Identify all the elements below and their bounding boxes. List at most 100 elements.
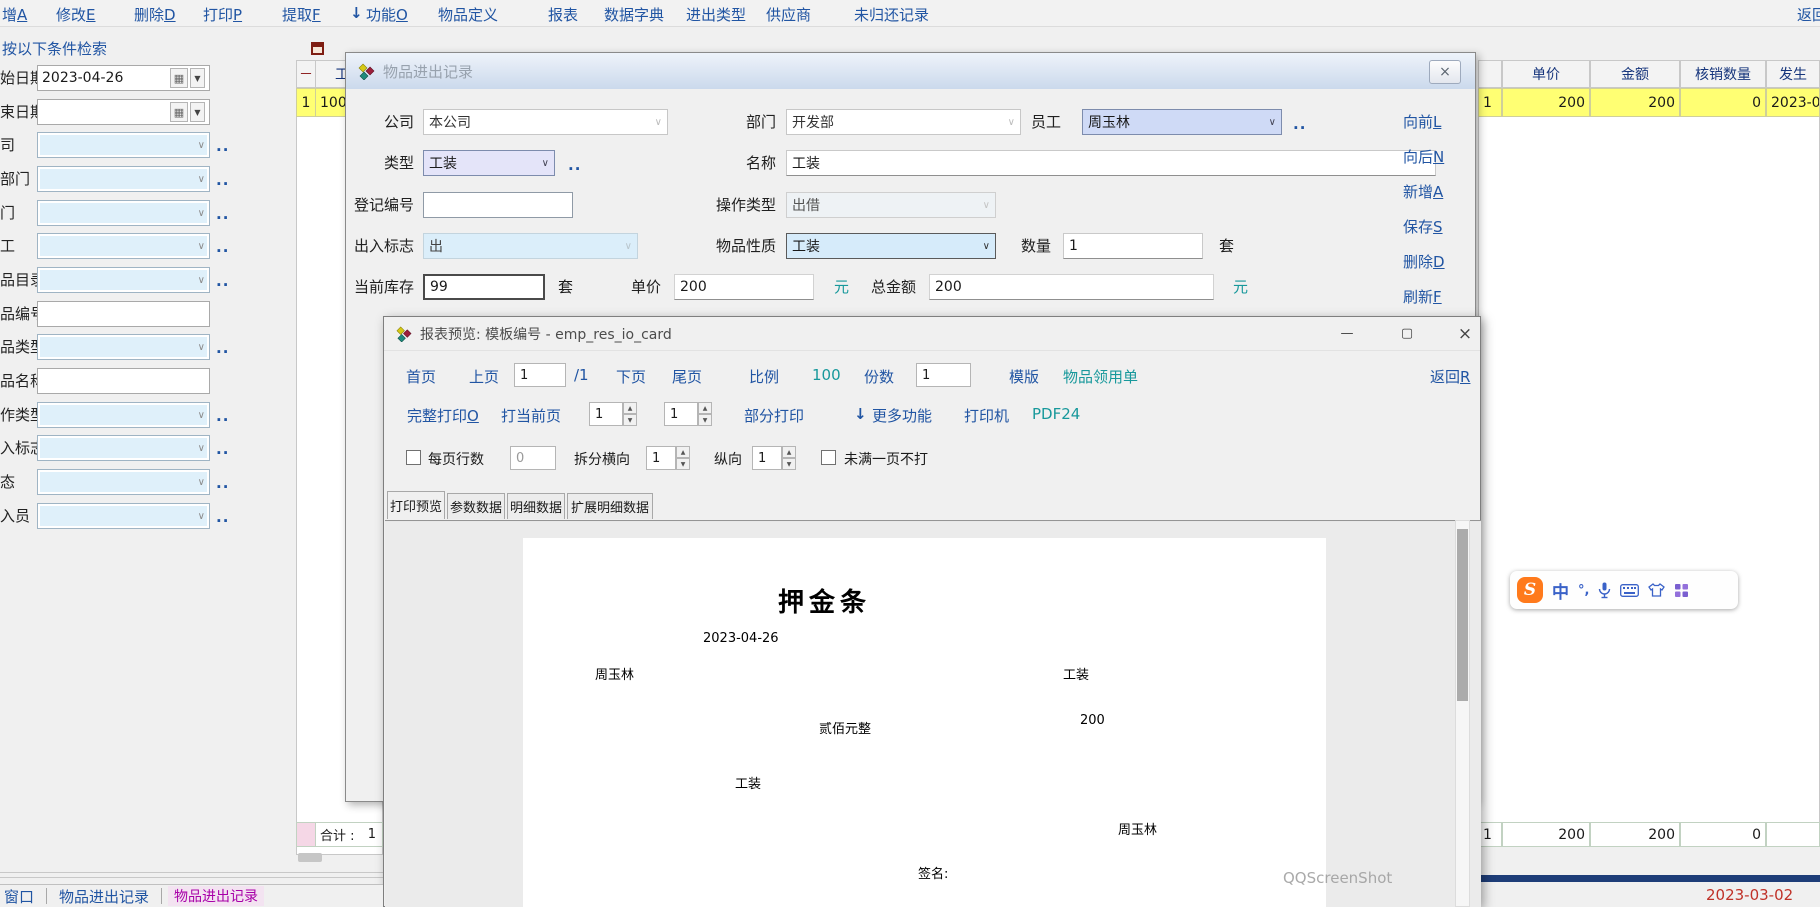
no-partial-page-checkbox[interactable] xyxy=(821,450,836,465)
toolbox-grid-icon[interactable] xyxy=(1674,583,1689,598)
entry-user-more-button[interactable]: .. xyxy=(216,508,229,526)
emp-field[interactable]: 周玉林∨ xyxy=(1082,109,1282,135)
menu-item-add[interactable]: 增A xyxy=(2,4,27,25)
last-page-button[interactable]: 尾页 xyxy=(672,366,702,387)
split-horizontal-input[interactable]: 1 xyxy=(646,446,676,470)
right-grid-cell-price[interactable]: 200 xyxy=(1502,88,1590,117)
regno-field[interactable] xyxy=(423,192,573,218)
item-name-input[interactable] xyxy=(37,368,210,394)
name-field[interactable]: 工装 xyxy=(786,150,1436,176)
calendar-icon[interactable]: ▦ xyxy=(170,68,188,88)
scrollbar-thumb[interactable] xyxy=(1457,529,1468,701)
copies-input[interactable]: 1 xyxy=(916,363,971,387)
preview-vscrollbar[interactable] xyxy=(1455,520,1470,907)
right-grid-header-amount[interactable]: 金额 xyxy=(1590,60,1680,88)
io-flag-select[interactable]: ∨ xyxy=(37,435,210,461)
right-grid-header-date[interactable]: 发生 xyxy=(1766,60,1820,88)
type-more-button[interactable]: .. xyxy=(568,156,581,174)
emp-more-button[interactable]: .. xyxy=(1293,115,1306,133)
entry-user-select[interactable]: ∨ xyxy=(37,503,210,529)
right-grid-cell-amount[interactable]: 200 xyxy=(1590,88,1680,117)
next-record-button[interactable]: 向后N xyxy=(1403,146,1444,167)
print-current-page-button[interactable]: 打当前页 xyxy=(501,405,561,426)
end-date-input[interactable]: ▦ ▼ xyxy=(37,99,210,125)
prev-record-button[interactable]: 向前L xyxy=(1403,111,1441,132)
left-grid-hscrollbar[interactable] xyxy=(298,853,322,862)
menu-item-print[interactable]: 打印P xyxy=(203,4,242,25)
preview-titlebar[interactable]: 报表预览: 模板编号 - emp_res_io_card xyxy=(384,317,1480,351)
company-more-button[interactable]: .. xyxy=(216,137,229,155)
sogou-logo-icon[interactable]: S xyxy=(1517,577,1543,603)
dept2-more-button[interactable]: .. xyxy=(216,205,229,223)
prev-page-button[interactable]: 上页 xyxy=(469,366,499,387)
menu-item-delete[interactable]: 删除D xyxy=(134,4,176,25)
employee-select[interactable]: ∨ xyxy=(37,233,210,259)
op-type-select[interactable]: ∨ xyxy=(37,402,210,428)
menu-item-io-types[interactable]: 进出类型 xyxy=(686,4,746,25)
optype-field[interactable]: 出借∨ xyxy=(786,192,996,218)
left-grid-selector-header[interactable]: － xyxy=(296,60,316,88)
ime-punctuation-toggle[interactable]: °, xyxy=(1578,583,1589,598)
bottom-tab-window[interactable]: 窗口 xyxy=(0,886,40,907)
print-from-spinner[interactable]: ▲▼ xyxy=(623,402,637,426)
dept-field[interactable]: 开发部∨ xyxy=(786,109,1021,135)
refresh-record-button[interactable]: 刷新F xyxy=(1403,286,1442,307)
date-dropdown-icon[interactable]: ▼ xyxy=(190,102,205,122)
employee-more-button[interactable]: .. xyxy=(216,238,229,256)
skin-shirt-icon[interactable] xyxy=(1648,583,1665,597)
dialog-titlebar[interactable]: 物品进出记录 xyxy=(346,53,1475,89)
menu-item-item-definition[interactable]: 物品定义 xyxy=(438,4,498,25)
op-type-more-button[interactable]: .. xyxy=(216,407,229,425)
full-print-button[interactable]: 完整打印O xyxy=(407,405,479,426)
minimize-icon[interactable]: — xyxy=(1325,317,1369,350)
tab-print-preview[interactable]: 打印预览 xyxy=(387,491,445,519)
template-button[interactable]: 模版 xyxy=(1009,366,1039,387)
keyboard-icon[interactable] xyxy=(1620,584,1639,597)
next-page-button[interactable]: 下页 xyxy=(616,366,646,387)
item-no-input[interactable] xyxy=(37,301,210,327)
right-grid-rownum[interactable]: 1 xyxy=(1478,88,1502,117)
delete-record-button[interactable]: 删除D xyxy=(1403,251,1445,272)
microphone-icon[interactable] xyxy=(1598,582,1611,599)
printer-button[interactable]: 打印机 xyxy=(964,405,1009,426)
right-grid-header-rownum[interactable] xyxy=(1478,60,1502,88)
status-more-button[interactable]: .. xyxy=(216,474,229,492)
ioflag-field[interactable]: 出∨ xyxy=(423,233,638,259)
add-record-button[interactable]: 新增A xyxy=(1403,181,1443,202)
dept1-more-button[interactable]: .. xyxy=(216,171,229,189)
print-to-spinner[interactable]: ▲▼ xyxy=(698,402,712,426)
right-grid-header-price[interactable]: 单价 xyxy=(1502,60,1590,88)
print-to-input[interactable]: 1 xyxy=(664,402,698,426)
right-grid-header-writeoff[interactable]: 核销数量 xyxy=(1680,60,1766,88)
total-field[interactable]: 200 xyxy=(929,274,1214,300)
status-select[interactable]: ∨ xyxy=(37,469,210,495)
first-page-button[interactable]: 首页 xyxy=(406,366,436,387)
rows-per-page-checkbox[interactable] xyxy=(406,450,421,465)
type-field[interactable]: 工装∨ xyxy=(423,150,555,176)
save-record-button[interactable]: 保存S xyxy=(1403,216,1443,237)
nature-field[interactable]: 工装∨ xyxy=(786,233,996,259)
tab-detail-data[interactable]: 明细数据 xyxy=(507,493,565,519)
split-horizontal-spinner[interactable]: ▲▼ xyxy=(676,446,690,470)
back-button[interactable]: 返回R xyxy=(1430,366,1470,387)
pdf24-button[interactable]: PDF24 xyxy=(1032,405,1080,423)
item-type-select[interactable]: ∨ xyxy=(37,334,210,360)
menu-item-edit[interactable]: 修改E xyxy=(56,4,96,25)
io-flag-more-button[interactable]: .. xyxy=(216,440,229,458)
item-type-more-button[interactable]: .. xyxy=(216,339,229,357)
menu-item-unreturned-records[interactable]: 未归还记录 xyxy=(854,4,929,25)
menu-item-extract[interactable]: 提取F xyxy=(282,4,321,25)
price-field[interactable]: 200 xyxy=(674,274,814,300)
tab-parameter-data[interactable]: 参数数据 xyxy=(447,493,505,519)
grid-toolbar-icon[interactable] xyxy=(311,42,324,55)
menu-item-suppliers[interactable]: 供应商 xyxy=(766,4,811,25)
menu-item-back-partial[interactable]: 返回 xyxy=(1797,4,1820,25)
ime-language-toggle[interactable]: 中 xyxy=(1552,578,1569,603)
more-functions-button[interactable]: 更多功能 xyxy=(872,405,932,426)
maximize-icon[interactable]: ▢ xyxy=(1385,317,1429,350)
right-grid-cell-date[interactable]: 2023-0 xyxy=(1766,88,1820,117)
bottom-tab-item-io-1[interactable]: 物品进出记录 xyxy=(53,886,155,907)
close-icon[interactable]: × xyxy=(1443,317,1487,350)
menu-item-data-dictionary[interactable]: 数据字典 xyxy=(604,4,664,25)
scale-value[interactable]: 100 xyxy=(812,366,841,384)
